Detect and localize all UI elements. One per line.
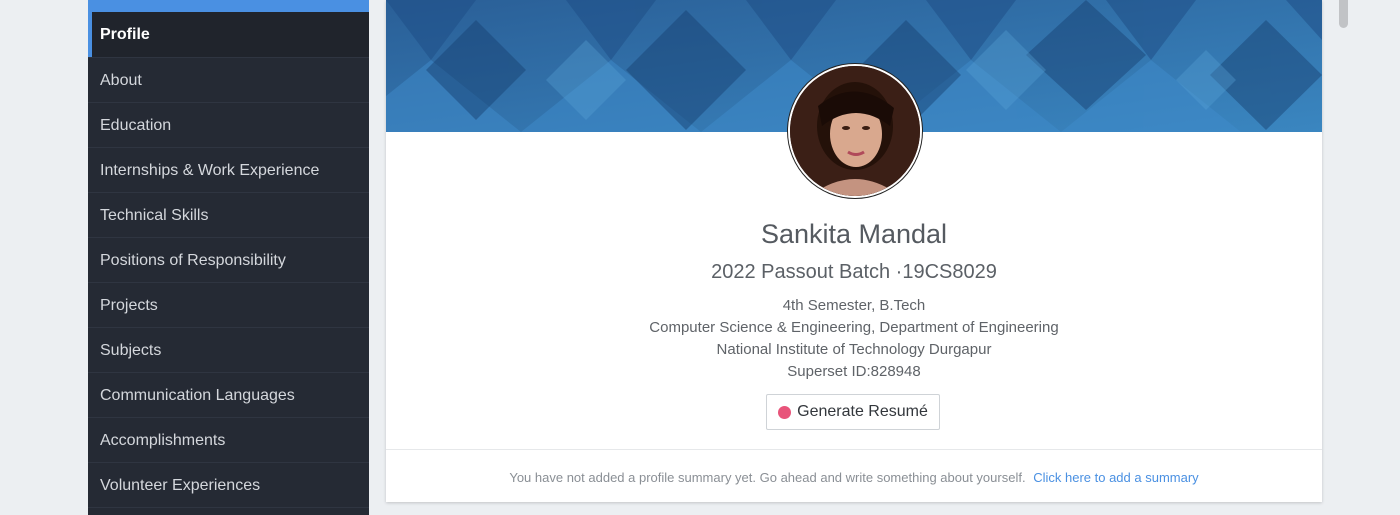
sidebar-item-projects[interactable]: Projects	[88, 283, 369, 328]
sidebar-item-about[interactable]: About	[88, 58, 369, 103]
sidebar-item-profile[interactable]: Profile	[88, 12, 369, 58]
sidebar-item-technical-skills[interactable]: Technical Skills	[88, 193, 369, 238]
sidebar-nav: Profile About Education Internships & Wo…	[88, 0, 369, 515]
sidebar-item-accomplishments[interactable]: Accomplishments	[88, 418, 369, 463]
sidebar-item-internships[interactable]: Internships & Work Experience	[88, 148, 369, 193]
sidebar-item-volunteer[interactable]: Volunteer Experiences	[88, 463, 369, 508]
profile-batch: 2022 Passout Batch ·19CS8029	[711, 261, 997, 283]
resume-dot-icon	[778, 405, 792, 419]
page-scrollbar[interactable]	[1339, 0, 1348, 28]
summary-empty-text: You have not added a profile summary yet…	[509, 470, 1026, 485]
profile-institute: National Institute of Technology Durgapu…	[716, 341, 992, 358]
profile-card: Sankita Mandal 2022 Passout Batch ·19CS8…	[386, 0, 1322, 502]
generate-resume-label: Generate Resumé	[797, 403, 928, 420]
profile-avatar[interactable]	[788, 64, 922, 198]
profile-name: Sankita Mandal	[760, 219, 948, 249]
add-summary-link[interactable]: Click here to add a summary	[1033, 470, 1198, 485]
page: Profile About Education Internships & Wo…	[0, 0, 1400, 515]
summary-row: You have not added a profile summary yet…	[386, 470, 1322, 485]
card-divider	[386, 449, 1322, 450]
profile-department: Computer Science & Engineering, Departme…	[649, 319, 1059, 336]
profile-superset-id: Superset ID:828948	[787, 363, 921, 380]
generate-resume-button[interactable]: Generate Resumé	[766, 394, 940, 430]
sidebar-item-subjects[interactable]: Subjects	[88, 328, 369, 373]
profile-semester: 4th Semester, B.Tech	[782, 297, 926, 314]
sidebar-item-positions[interactable]: Positions of Responsibility	[88, 238, 369, 283]
sidebar-accent-bar	[88, 0, 369, 12]
sidebar-item-education[interactable]: Education	[88, 103, 369, 148]
sidebar-item-languages[interactable]: Communication Languages	[88, 373, 369, 418]
